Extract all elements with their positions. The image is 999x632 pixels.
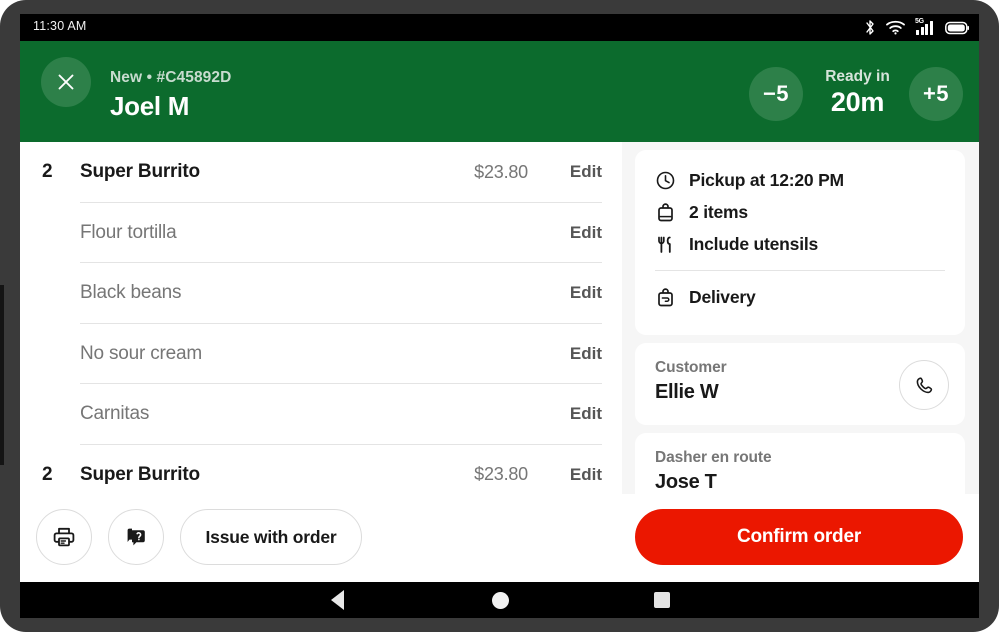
clock-icon: [655, 170, 675, 190]
help-chat-button[interactable]: [108, 509, 164, 565]
edit-item-button[interactable]: Edit: [570, 465, 602, 485]
edit-option-button[interactable]: Edit: [570, 404, 602, 424]
call-customer-button[interactable]: [899, 360, 949, 410]
home-circle-icon: [491, 591, 509, 609]
status-bar-icons: 5G: [864, 17, 969, 38]
close-icon: [58, 74, 74, 90]
nav-recents-button[interactable]: [632, 582, 692, 618]
card-divider: [655, 270, 945, 271]
utensils-line: Include utensils: [635, 228, 965, 260]
order-status-and-id: New • #C45892D: [110, 69, 232, 86]
order-title-name: Joel M: [110, 91, 190, 121]
phone-icon: [916, 376, 932, 393]
order-option-row[interactable]: Carnitas Edit: [20, 384, 622, 445]
customer-card: Customer Ellie W: [635, 343, 965, 425]
item-name: Super Burrito: [80, 161, 200, 183]
pickup-time-text: Pickup at 12:20 PM: [689, 169, 844, 190]
utensils-text: Include utensils: [689, 233, 819, 254]
close-order-button[interactable]: [41, 57, 91, 107]
battery-icon: [945, 21, 969, 34]
dasher-label: Dasher en route: [655, 449, 772, 466]
item-price: $23.80: [474, 464, 528, 485]
pickup-details-card: Pickup at 12:20 PM 2 items Include utens…: [635, 150, 965, 335]
ready-in-value: 20m: [830, 87, 885, 117]
item-quantity: 2: [42, 463, 53, 485]
item-quantity: 2: [42, 161, 53, 183]
order-header: New • #C45892D Joel M −5 Ready in 20m +5: [20, 41, 979, 142]
order-detail-sidebar: Pickup at 12:20 PM 2 items Include utens…: [622, 142, 979, 513]
delivery-bag-icon: [655, 287, 675, 307]
nav-home-button[interactable]: [470, 582, 530, 618]
dasher-name: Jose T: [655, 471, 717, 493]
option-name: Flour tortilla: [80, 221, 177, 243]
wifi-icon: [886, 20, 905, 35]
issue-with-order-button[interactable]: Issue with order: [180, 509, 362, 565]
order-items-list[interactable]: 2 Super Burrito $23.80 Edit Flour tortil…: [20, 142, 622, 494]
pickup-time-line: Pickup at 12:20 PM: [635, 164, 965, 196]
device-port: [0, 285, 4, 465]
bottom-action-bar: Issue with order Confirm order: [20, 494, 979, 582]
increase-prep-time-button[interactable]: +5: [909, 67, 963, 121]
order-option-row[interactable]: No sour cream Edit: [20, 324, 622, 384]
bag-icon: [655, 202, 675, 222]
fulfillment-line: Delivery: [635, 281, 965, 313]
item-price: $23.80: [474, 161, 528, 182]
android-nav-bar: [20, 582, 979, 618]
confirm-order-button[interactable]: Confirm order: [635, 509, 963, 565]
signal-bars: [916, 20, 933, 35]
status-bar-clock: 11:30 AM: [33, 19, 87, 33]
device-screen: 11:30 AM 5G New • #C45892D Joel M −5 Rea…: [20, 14, 979, 618]
edit-option-button[interactable]: Edit: [570, 223, 602, 243]
print-receipt-button[interactable]: [36, 509, 92, 565]
order-item-row[interactable]: 2 Super Burrito $23.80 Edit: [20, 445, 622, 495]
order-option-row[interactable]: Flour tortilla Edit: [20, 203, 622, 263]
printer-icon: [53, 527, 75, 547]
bluetooth-icon: [866, 20, 874, 35]
order-body: 2 Super Burrito $23.80 Edit Flour tortil…: [20, 142, 979, 513]
status-bar: 11:30 AM 5G: [20, 14, 979, 41]
item-count-line: 2 items: [635, 196, 965, 228]
item-count-text: 2 items: [689, 201, 748, 222]
order-item-row[interactable]: 2 Super Burrito $23.80 Edit: [20, 142, 622, 203]
decrease-prep-time-button[interactable]: −5: [749, 67, 803, 121]
fulfillment-text: Delivery: [689, 286, 756, 307]
item-name: Super Burrito: [80, 463, 200, 485]
option-name: Carnitas: [80, 403, 150, 425]
ready-in-label: Ready in: [825, 68, 890, 85]
ready-in-block: Ready in 20m: [810, 67, 905, 117]
nav-back-button[interactable]: [307, 582, 367, 618]
edit-option-button[interactable]: Edit: [570, 344, 602, 364]
option-name: No sour cream: [80, 342, 202, 364]
order-option-row[interactable]: Black beans Edit: [20, 263, 622, 324]
chat-question-icon: [127, 528, 145, 546]
back-triangle-icon: [330, 590, 344, 610]
edit-option-button[interactable]: Edit: [570, 283, 602, 303]
cellular-5g-icon: 5G: [915, 18, 935, 37]
utensils-icon: [655, 234, 675, 254]
recents-square-icon: [654, 592, 670, 608]
option-name: Black beans: [80, 282, 182, 304]
edit-item-button[interactable]: Edit: [570, 162, 602, 182]
